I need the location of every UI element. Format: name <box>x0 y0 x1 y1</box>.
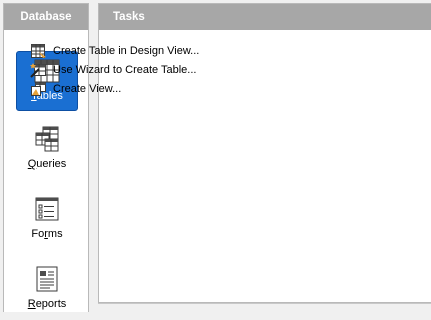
task-use-wizard-create-table-label: Use Wizard to Create Table... <box>53 63 197 76</box>
tasks-bottom-strip <box>98 303 431 312</box>
nav-item-forms[interactable]: Forms <box>16 190 78 250</box>
nav-item-queries[interactable]: Queries <box>16 120 78 180</box>
database-panel-title: Database <box>4 4 88 30</box>
task-list: Create Table in Design View... Use Wizar… <box>30 41 199 98</box>
create-view-icon <box>31 81 46 96</box>
nav-item-reports[interactable]: Reports <box>16 260 78 320</box>
tasks-panel-title: Tasks <box>99 4 431 30</box>
query-icon <box>35 126 59 152</box>
nav-item-queries-label: Queries <box>27 158 67 170</box>
wizard-wand-icon <box>30 62 46 78</box>
nav-item-reports-label: Reports <box>27 298 67 310</box>
form-icon <box>35 197 59 221</box>
task-create-table-design-view-label: Create Table in Design View... <box>53 44 200 57</box>
nav-item-forms-label: Forms <box>31 228 63 240</box>
report-icon <box>36 266 58 292</box>
task-create-table-design-view[interactable]: Create Table in Design View... <box>30 41 199 60</box>
table-design-icon <box>31 43 46 58</box>
task-use-wizard-create-table[interactable]: Use Wizard to Create Table... <box>30 60 199 79</box>
task-create-view[interactable]: Create View... <box>30 79 199 98</box>
task-create-view-label: Create View... <box>53 82 122 95</box>
